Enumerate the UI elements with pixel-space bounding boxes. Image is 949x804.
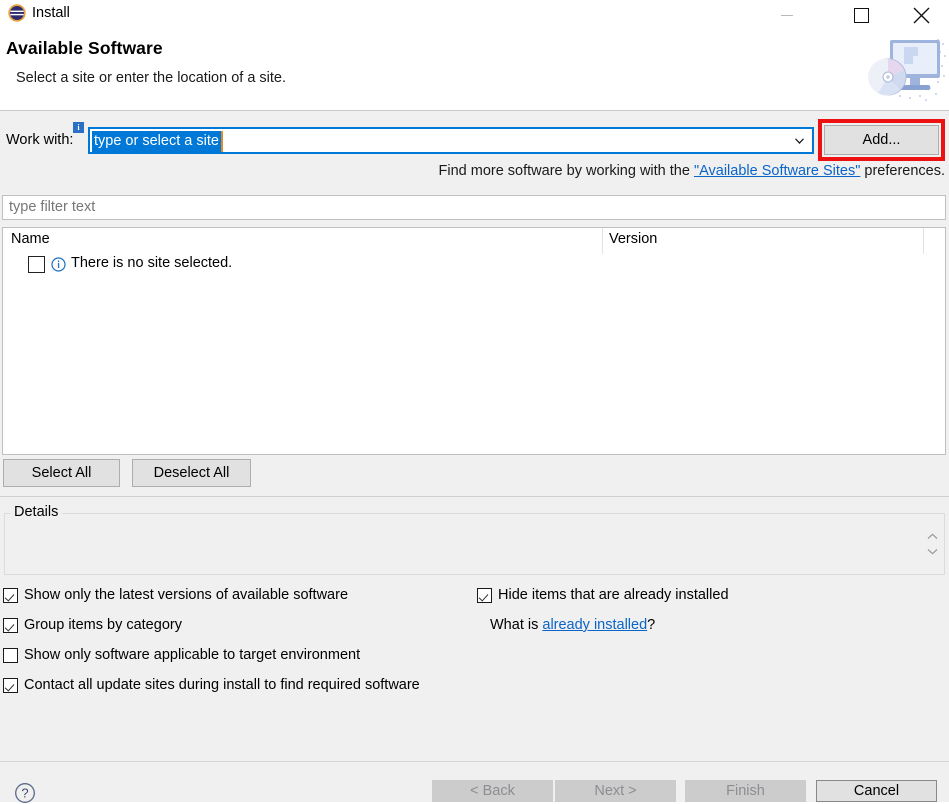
checkbox-show-latest-versions[interactable] (3, 588, 18, 603)
column-divider-1 (602, 228, 603, 254)
checkbox-group-by-category[interactable] (3, 618, 18, 633)
page-subtitle: Select a site or enter the location of a… (16, 70, 286, 86)
work-with-label: Work with: (6, 132, 73, 148)
chevron-down-icon[interactable] (795, 138, 804, 144)
label-group-by-category: Group items by category (24, 617, 182, 633)
column-divider-2 (923, 228, 924, 254)
info-badge-icon: i (73, 122, 84, 133)
finish-button[interactable]: Finish (685, 780, 806, 802)
eclipse-icon (8, 4, 26, 22)
tree-header: Name Version (3, 228, 945, 254)
select-all-button[interactable]: Select All (3, 459, 120, 487)
available-software-sites-link[interactable]: "Available Software Sites" (694, 163, 860, 179)
cancel-button[interactable]: Cancel (816, 780, 937, 802)
help-question-icon[interactable]: ? (14, 782, 36, 804)
close-button[interactable] (898, 0, 944, 30)
info-circle-icon (51, 257, 66, 272)
divider-above-details (0, 496, 949, 497)
details-legend: Details (10, 504, 62, 520)
available-software-tree[interactable]: Name Version There is no site selected. (2, 227, 946, 455)
already-installed-link[interactable]: already installed (542, 617, 647, 633)
deselect-all-button[interactable]: Deselect All (132, 459, 251, 487)
table-row[interactable]: There is no site selected. (3, 254, 945, 278)
install-monitor-disc-icon (860, 30, 949, 109)
svg-text:?: ? (21, 786, 28, 801)
label-show-latest-versions: Show only the latest versions of availab… (24, 587, 348, 603)
checkbox-target-environment[interactable] (3, 648, 18, 663)
find-more-prefix: Find more software by working with the (439, 163, 694, 179)
work-with-combo[interactable]: type or select a site (88, 127, 814, 154)
label-contact-update-sites: Contact all update sites during install … (24, 677, 420, 693)
window-title: Install (32, 4, 70, 22)
filter-placeholder: type filter text (9, 199, 95, 215)
what-is-prefix: What is (490, 617, 542, 633)
close-icon (913, 7, 930, 24)
title-bar: Install (0, 0, 949, 30)
page-title: Available Software (6, 38, 163, 59)
install-dialog: Install Available Software Select a site… (0, 0, 949, 802)
maximize-icon (854, 8, 869, 23)
filter-input[interactable]: type filter text (2, 195, 946, 220)
spinner-up-down-icon[interactable] (925, 533, 939, 555)
next-button[interactable]: Next > (555, 780, 676, 802)
minimize-button[interactable] (764, 0, 810, 30)
wizard-header: Available Software Select a site or ente… (0, 30, 949, 111)
add-button[interactable]: Add... (824, 125, 939, 155)
minimize-icon (781, 15, 793, 16)
row-checkbox[interactable] (28, 256, 45, 273)
maximize-button[interactable] (838, 0, 884, 30)
find-more-software-text: Find more software by working with the "… (439, 163, 946, 179)
work-with-label-text: Work with: (6, 132, 73, 148)
checkbox-hide-installed[interactable] (477, 588, 492, 603)
work-with-input[interactable]: type or select a site (92, 131, 223, 152)
what-is-already-installed: What is already installed? (490, 617, 655, 633)
find-more-suffix: preferences. (860, 163, 945, 179)
column-header-name[interactable]: Name (11, 231, 50, 247)
checkbox-contact-update-sites[interactable] (3, 678, 18, 693)
back-button[interactable]: < Back (432, 780, 553, 802)
details-group (4, 513, 945, 575)
row-name: There is no site selected. (71, 255, 232, 271)
column-header-version[interactable]: Version (609, 231, 657, 247)
what-is-suffix: ? (647, 617, 655, 633)
label-hide-installed: Hide items that are already installed (498, 587, 729, 603)
label-target-environment: Show only software applicable to target … (24, 647, 360, 663)
